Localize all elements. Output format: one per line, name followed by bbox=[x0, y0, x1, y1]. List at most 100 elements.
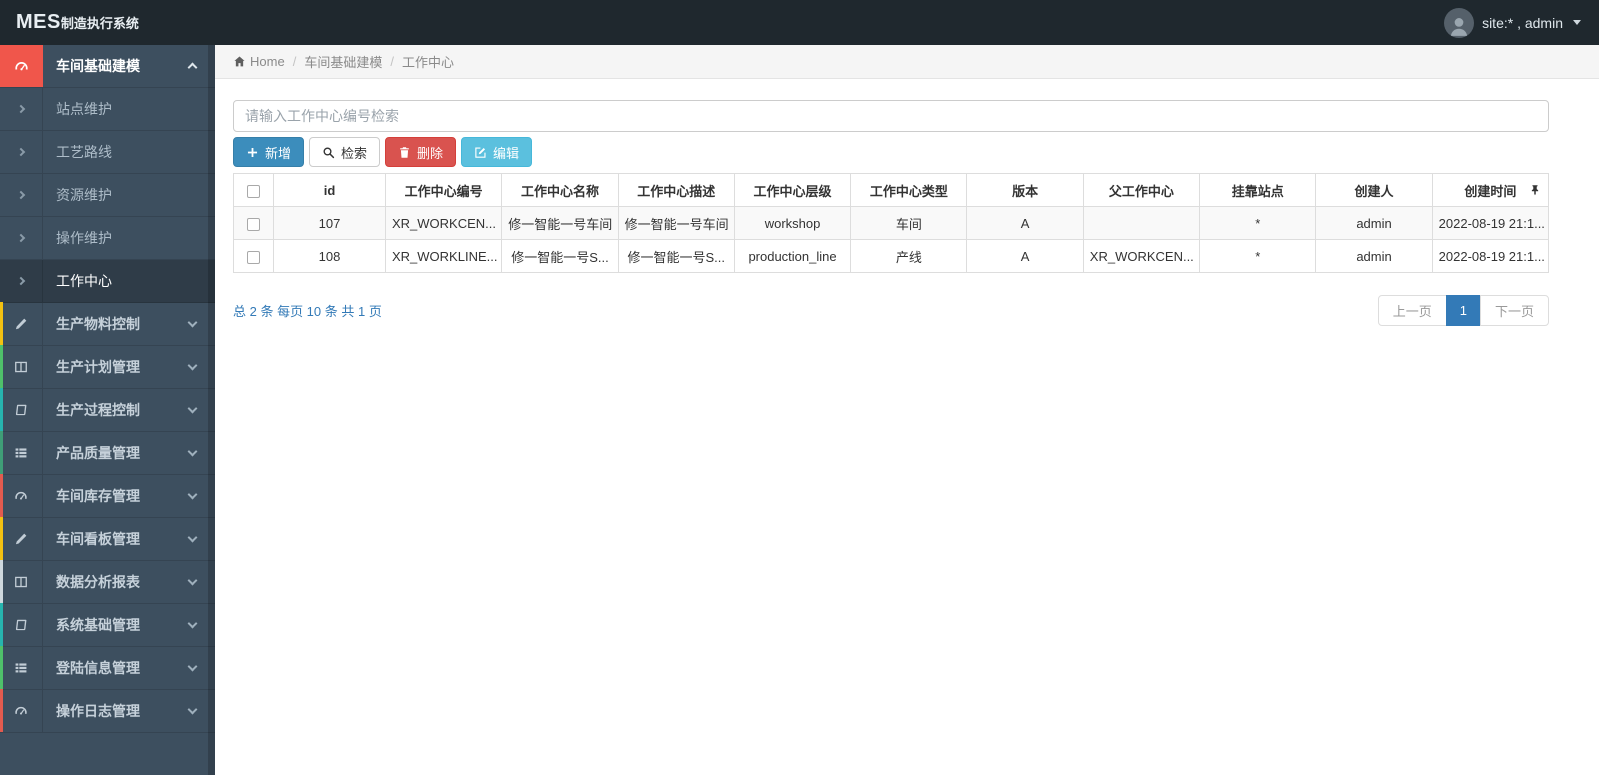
app-logo[interactable]: MES 制造执行系统 bbox=[16, 11, 139, 34]
sidebar-item-3[interactable]: 产品质量管理 bbox=[0, 431, 215, 475]
header-cell-9[interactable]: 创建人 bbox=[1315, 173, 1433, 207]
prev-page-button[interactable]: 上一页 bbox=[1377, 295, 1447, 326]
sidebar-item-label: 系统基础管理 bbox=[56, 617, 140, 633]
header-cell-4[interactable]: 工作中心层级 bbox=[733, 173, 852, 207]
sidebar-item-icon-cell bbox=[0, 389, 43, 431]
search-input[interactable] bbox=[233, 100, 1549, 132]
sidebar-item-icon-cell bbox=[0, 303, 43, 345]
chevron-right-icon bbox=[16, 104, 26, 114]
tachometer-icon bbox=[15, 491, 27, 500]
sidebar-item-accent bbox=[0, 560, 3, 603]
tachometer-icon bbox=[15, 706, 27, 715]
sidebar-subitem-0[interactable]: 站点维护 bbox=[0, 88, 215, 131]
table-row[interactable]: 108 XR_WORKLINE... 修一智能一号S... 修一智能一号S... pro… bbox=[233, 239, 1550, 273]
sidebar-subitem-4[interactable]: 工作中心 bbox=[0, 260, 215, 303]
pin-column-icon[interactable] bbox=[1529, 184, 1541, 196]
sidebar-item-0[interactable]: 生产物料控制 bbox=[0, 302, 215, 346]
chevron-up-icon bbox=[187, 62, 198, 73]
pagination-controls: 上一页 1 下一页 bbox=[1377, 295, 1549, 326]
sidebar-subitem-icon-cell bbox=[0, 88, 43, 130]
edit-button-label: 编辑 bbox=[493, 145, 520, 161]
sidebar-item-icon-cell bbox=[0, 647, 43, 689]
table-cell: admin bbox=[1315, 206, 1433, 240]
table-cell: 修一智能一号S... bbox=[617, 239, 735, 273]
avatar bbox=[1444, 7, 1475, 38]
sidebar-subitem-3[interactable]: 操作维护 bbox=[0, 217, 215, 260]
chevron-down-icon bbox=[187, 575, 198, 586]
table-row[interactable]: 107 XR_WORKCEN... 修一智能一号车间 修一智能一号车间 workshop… bbox=[233, 206, 1550, 240]
header-cell-5[interactable]: 工作中心类型 bbox=[850, 173, 968, 207]
header-cell-6[interactable]: 版本 bbox=[966, 173, 1084, 207]
table-cell: XR_WORKCEN... bbox=[384, 206, 503, 240]
chevron-down-icon bbox=[187, 446, 198, 457]
sidebar-subitem-2[interactable]: 资源维护 bbox=[0, 174, 215, 217]
breadcrumb-module[interactable]: 车间基础建模 bbox=[304, 52, 382, 71]
sidebar-item-9[interactable]: 操作日志管理 bbox=[0, 689, 215, 733]
sidebar-item-6[interactable]: 数据分析报表 bbox=[0, 560, 215, 604]
edit-icon bbox=[475, 146, 486, 158]
add-button[interactable]: 新增 bbox=[233, 137, 305, 167]
sidebar-item-icon-cell bbox=[0, 346, 43, 388]
sidebar-item-icon-cell bbox=[0, 518, 43, 560]
row-checkbox-cell bbox=[233, 239, 274, 273]
sidebar-item-7[interactable]: 系统基础管理 bbox=[0, 603, 215, 647]
book-icon bbox=[15, 619, 27, 631]
sidebar-subitem-icon-cell bbox=[0, 131, 43, 173]
sidebar-scrollbar[interactable] bbox=[208, 45, 215, 775]
sidebar-item-accent bbox=[0, 603, 3, 646]
user-label: site:* , admin bbox=[1482, 14, 1563, 31]
chevron-down-icon bbox=[187, 317, 198, 328]
row-checkbox[interactable] bbox=[247, 217, 260, 231]
table-cell: XR_WORKLINE... bbox=[384, 239, 503, 273]
header-cell-10[interactable]: 创建时间 bbox=[1431, 173, 1550, 207]
main-area: Home / 车间基础建模 / 工作中心 新增检索删除编辑 id工作中心编号工作… bbox=[215, 45, 1599, 777]
chevron-down-icon bbox=[187, 532, 198, 543]
breadcrumb-home-label: Home bbox=[250, 54, 285, 69]
row-checkbox-cell bbox=[233, 206, 274, 240]
plus-icon bbox=[247, 147, 258, 157]
sidebar-item-8[interactable]: 登陆信息管理 bbox=[0, 646, 215, 690]
sidebar-item-accent bbox=[0, 345, 3, 388]
table-cell: 修一智能一号S... bbox=[501, 239, 619, 273]
search-button[interactable]: 检索 bbox=[309, 137, 381, 167]
chevron-right-icon bbox=[16, 147, 26, 157]
breadcrumb-home[interactable]: Home bbox=[233, 54, 285, 69]
sidebar-item-accent bbox=[0, 474, 3, 517]
header-cell-7[interactable]: 父工作中心 bbox=[1082, 173, 1201, 207]
select-all-checkbox[interactable] bbox=[247, 184, 260, 198]
sidebar-item-accent bbox=[0, 517, 3, 560]
header-cell-1[interactable]: 工作中心编号 bbox=[384, 173, 503, 207]
sidebar-subitem-1[interactable]: 工艺路线 bbox=[0, 131, 215, 174]
table-cell: 车间 bbox=[850, 206, 968, 240]
sidebar-group-label: 车间基础建模 bbox=[56, 58, 140, 74]
row-checkbox[interactable] bbox=[247, 250, 260, 264]
table-cell: 108 bbox=[273, 239, 386, 273]
sidebar-group-workshop-modeling[interactable]: 车间基础建模 bbox=[0, 45, 215, 88]
home-icon bbox=[234, 56, 245, 67]
sidebar-item-5[interactable]: 车间看板管理 bbox=[0, 517, 215, 561]
book-icon bbox=[15, 404, 27, 416]
sidebar-item-4[interactable]: 车间库存管理 bbox=[0, 474, 215, 518]
pagination-summary: 总 2 条 每页 10 条 共 1 页 bbox=[233, 304, 382, 319]
table-cell bbox=[1082, 206, 1201, 240]
chevron-down-icon bbox=[187, 360, 198, 371]
user-menu[interactable]: site:* , admin bbox=[1444, 7, 1581, 38]
current-page-button[interactable]: 1 bbox=[1445, 295, 1481, 326]
table-cell: 产线 bbox=[850, 239, 968, 273]
sidebar-item-accent bbox=[0, 302, 3, 345]
app-logo-subtitle: 制造执行系统 bbox=[60, 16, 139, 31]
sidebar-item-1[interactable]: 生产计划管理 bbox=[0, 345, 215, 389]
sidebar-item-accent bbox=[0, 388, 3, 431]
edit-button[interactable]: 编辑 bbox=[461, 137, 533, 167]
delete-button[interactable]: 删除 bbox=[385, 137, 457, 167]
header-cell-3[interactable]: 工作中心描述 bbox=[617, 173, 735, 207]
next-page-button[interactable]: 下一页 bbox=[1479, 295, 1549, 326]
header-cell-8[interactable]: 挂靠站点 bbox=[1199, 173, 1317, 207]
header-cell-2[interactable]: 工作中心名称 bbox=[501, 173, 619, 207]
sidebar-item-2[interactable]: 生产过程控制 bbox=[0, 388, 215, 432]
sidebar-subitem-label: 资源维护 bbox=[56, 187, 112, 203]
chevron-down-icon bbox=[187, 661, 198, 672]
table-cell: 2022-08-19 21:1... bbox=[1431, 239, 1550, 273]
header-cell-0[interactable]: id bbox=[273, 173, 386, 207]
sidebar-item-label: 数据分析报表 bbox=[56, 574, 140, 590]
